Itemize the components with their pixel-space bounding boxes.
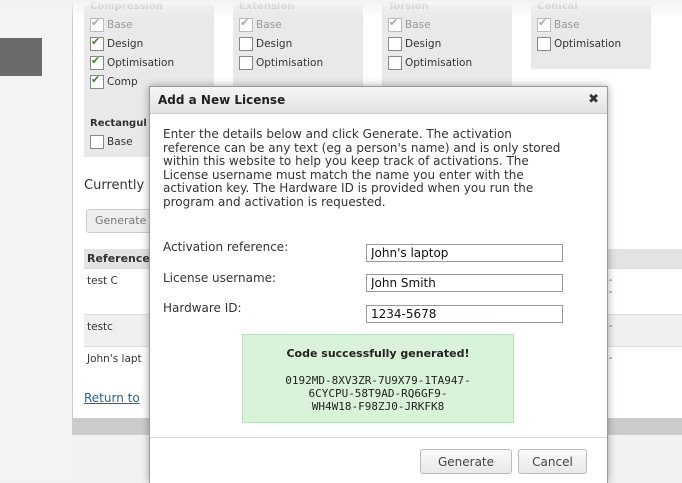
option-checkbox[interactable]	[239, 36, 253, 51]
option-checkbox[interactable]	[388, 55, 402, 70]
option-checkbox[interactable]	[388, 16, 402, 32]
option-label: Optimisation	[256, 56, 324, 69]
option-checkbox[interactable]	[239, 16, 253, 32]
option-checkbox[interactable]	[90, 73, 104, 89]
add-license-dialog: Add a New License ✖ Enter the details be…	[149, 86, 608, 483]
option-group-title: Conical	[537, 1, 578, 12]
option-label: Design	[256, 37, 293, 50]
option-item[interactable]: Base	[90, 15, 208, 34]
option-item[interactable]: Base	[537, 15, 645, 34]
option-checkbox[interactable]	[537, 36, 551, 51]
option-group-title: Extension	[239, 1, 295, 12]
currently-text: Currently	[84, 178, 145, 193]
rectangular-base-checkbox[interactable]	[90, 134, 104, 149]
return-link[interactable]: Return to	[84, 391, 140, 405]
option-checkbox[interactable]	[537, 16, 551, 32]
option-item[interactable]: Design	[90, 34, 208, 53]
hardware-id-input[interactable]	[366, 305, 563, 323]
option-label: Design	[107, 37, 144, 50]
success-title: Code successfully generated!	[286, 347, 470, 360]
license-username-input[interactable]	[366, 274, 563, 292]
option-label: Base	[554, 18, 580, 31]
option-item[interactable]: Optimisation	[537, 34, 645, 53]
activation-reference-label: Activation reference:	[163, 240, 289, 254]
option-label: Optimisation	[405, 56, 473, 69]
dialog-description: Enter the details below and click Genera…	[163, 127, 561, 209]
cancel-button[interactable]: Cancel	[518, 449, 587, 474]
option-checkbox[interactable]	[90, 54, 104, 70]
option-group: Extension Base Design Optimisation	[233, 1, 363, 92]
license-username-label: License username:	[163, 271, 277, 285]
option-checkbox[interactable]	[90, 35, 104, 51]
option-checkbox[interactable]	[90, 16, 104, 32]
rectangular-base-label: Base	[107, 135, 133, 148]
row-reference: testc	[87, 321, 113, 333]
option-checkbox[interactable]	[239, 55, 253, 70]
generate-button[interactable]: Generate	[420, 449, 512, 474]
option-label: Base	[405, 18, 431, 31]
option-item[interactable]: Optimisation	[239, 53, 357, 72]
option-label: Optimisation	[107, 56, 175, 69]
close-icon[interactable]: ✖	[588, 87, 599, 113]
option-item[interactable]: Design	[239, 34, 357, 53]
option-label: Base	[107, 18, 133, 31]
left-dark-block	[0, 38, 42, 76]
activation-code-line: 6CYCPU-58T9AD-RQ6GF9-	[308, 387, 448, 400]
hardware-id-label: Hardware ID:	[163, 301, 242, 315]
option-item[interactable]: Optimisation	[388, 53, 506, 72]
option-label: Optimisation	[554, 37, 622, 50]
activation-reference-input[interactable]	[366, 244, 563, 262]
option-group-title: Torsion	[388, 1, 429, 12]
option-group: Conical Base Optimisation	[531, 1, 651, 69]
activation-code-line: 0192MD-8XV3ZR-7U9X79-1TA947-	[285, 374, 471, 387]
option-checkbox[interactable]	[388, 36, 402, 51]
dialog-footer: Generate Cancel	[150, 437, 607, 483]
dialog-titlebar: Add a New License ✖	[150, 87, 607, 114]
option-item[interactable]: Design	[388, 34, 506, 53]
option-item[interactable]: Optimisation	[90, 53, 208, 72]
option-label: Design	[405, 37, 442, 50]
option-label: Comp	[107, 75, 138, 88]
option-group: Torsion Base Design Optimisation	[382, 1, 512, 92]
row-reference: test C	[87, 275, 118, 287]
option-group-title: Compression	[90, 1, 163, 12]
row-reference: John's lapt	[87, 353, 142, 365]
success-message-box: Code successfully generated! 0192MD-8XV3…	[242, 334, 514, 423]
option-label: Base	[256, 18, 282, 31]
activation-code-line: WH4W18-F98ZJ0-JRKFK8	[311, 400, 445, 413]
option-item[interactable]: Base	[239, 15, 357, 34]
option-item[interactable]: Base	[388, 15, 506, 34]
dialog-title: Add a New License	[158, 93, 286, 107]
activation-code: 0192MD-8XV3ZR-7U9X79-1TA947- 6CYCPU-58T9…	[243, 374, 513, 413]
